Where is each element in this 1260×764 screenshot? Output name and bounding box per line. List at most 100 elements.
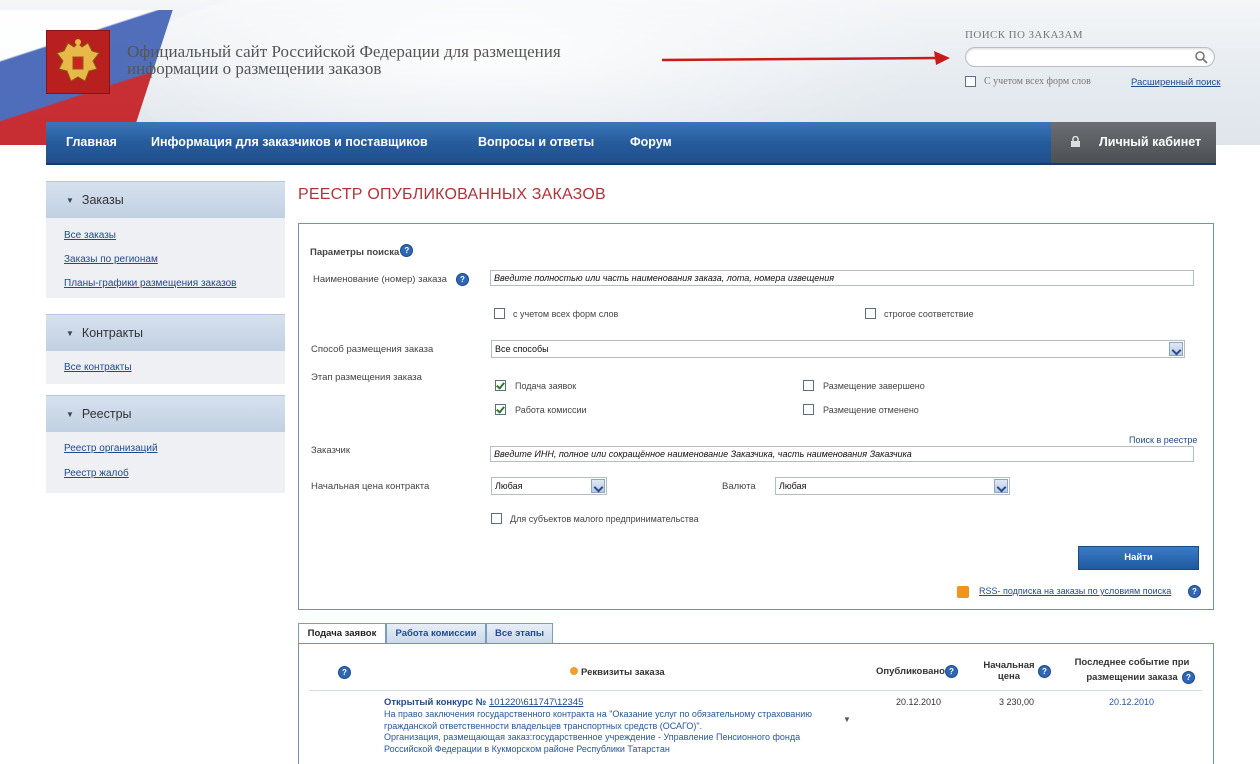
lock-icon: [1071, 136, 1080, 147]
order-name-label: Наименование (номер) заказа: [313, 274, 447, 285]
chevron-down-icon[interactable]: [1169, 342, 1183, 356]
order-type: Открытый конкурс №: [384, 697, 487, 708]
site-title-line1: Официальный сайт Российской Федерации дл…: [127, 42, 561, 61]
currency-label: Валюта: [722, 481, 756, 492]
order-last-event-date: 20.12.2010: [1109, 697, 1155, 707]
collapse-triangle-icon: ▼: [66, 410, 74, 419]
tab-submission[interactable]: Подача заявок: [298, 623, 386, 645]
sidebar-orders: ▼ Заказы Все заказы Заказы по регионам Пл…: [46, 181, 285, 298]
column-initial-price[interactable]: Начальная цена ?: [979, 660, 1051, 682]
advanced-search-link[interactable]: Расширенный поиск: [1131, 77, 1220, 88]
customer-input[interactable]: Введите ИНН, полное или сокращённое наим…: [490, 446, 1194, 462]
column-price-line2: цена: [997, 671, 1021, 682]
stage-done-checkbox[interactable]: [803, 380, 814, 391]
help-icon[interactable]: ?: [1038, 665, 1051, 678]
stage-commission-label: Работа комиссии: [515, 405, 587, 415]
sidebar-link-complaints[interactable]: Реестр жалоб: [64, 468, 285, 479]
main-navigation: Главная Информация для заказчиков и пост…: [46, 122, 1216, 165]
red-arrow-annotation: [662, 51, 950, 65]
initial-price-label: Начальная цена контракта: [311, 481, 430, 492]
help-icon[interactable]: ?: [1182, 671, 1195, 684]
initial-price-select[interactable]: Любая: [491, 477, 607, 495]
coat-of-arms-logo[interactable]: [46, 30, 110, 94]
nav-item-info[interactable]: Информация для заказчиков и поставщиков: [151, 122, 428, 163]
chevron-down-icon[interactable]: [591, 479, 605, 493]
column-published-label: Опубликовано: [876, 666, 945, 677]
strict-match-label: строгое соответствие: [884, 309, 974, 319]
tab-all-stages[interactable]: Все этапы: [486, 623, 553, 644]
tab-commission[interactable]: Работа комиссии: [386, 623, 486, 644]
rss-subscription-link[interactable]: RSS- подписка на заказы по условиям поис…: [979, 586, 1171, 596]
placement-method-label: Способ размещения заказа: [311, 344, 434, 355]
column-last-event[interactable]: Последнее событие при размещении заказа …: [1067, 655, 1197, 685]
search-parameters-panel: Параметры поиска? Наименование (номер) з…: [298, 223, 1214, 610]
sidebar-link-schedule-plans[interactable]: Планы-графики размещения заказов: [64, 278, 285, 289]
personal-cabinet-button[interactable]: Личный кабинет: [1051, 122, 1216, 163]
sort-indicator-icon: [570, 667, 578, 675]
search-icon[interactable]: [1194, 50, 1208, 64]
column-order-details-label: Реквизиты заказа: [581, 667, 665, 678]
help-icon[interactable]: ?: [456, 273, 469, 286]
placement-method-select[interactable]: Все способы: [491, 340, 1185, 358]
nav-item-home[interactable]: Главная: [66, 122, 117, 163]
nav-item-forum[interactable]: Форум: [630, 122, 672, 163]
placement-method-value: Все способы: [495, 344, 549, 354]
order-number-link[interactable]: 101220\611747\12345: [489, 697, 583, 708]
sidebar-registries-header[interactable]: ▼ Реестры: [46, 395, 285, 432]
collapse-triangle-icon: ▼: [66, 196, 74, 205]
sidebar-orders-header[interactable]: ▼ Заказы: [46, 181, 285, 218]
rss-icon[interactable]: [957, 586, 969, 598]
strict-match-checkbox[interactable]: [865, 308, 876, 319]
help-icon[interactable]: ?: [944, 665, 958, 678]
header-all-forms-label: С учетом всех форм слов: [984, 76, 1091, 87]
personal-cabinet-label: Личный кабинет: [1099, 135, 1202, 149]
params-title: Параметры поиска?: [310, 244, 414, 258]
column-last-event-line2: размещении заказа: [1086, 672, 1178, 683]
help-icon[interactable]: ?: [338, 666, 351, 679]
expand-chevron-icon[interactable]: ▼: [843, 715, 851, 724]
sidebar-link-organizations[interactable]: Реестр организаций: [64, 443, 285, 454]
currency-select[interactable]: Любая: [775, 477, 1010, 495]
header-all-forms-checkbox[interactable]: [965, 76, 976, 87]
chevron-down-icon[interactable]: [994, 479, 1008, 493]
all-word-forms-label: с учетом всех форм слов: [513, 309, 619, 319]
initial-price-value: Любая: [495, 481, 523, 491]
stage-submit-label: Подача заявок: [515, 381, 577, 391]
sidebar-contracts-header[interactable]: ▼ Контракты: [46, 314, 285, 351]
stage-done-label: Размещение завершено: [823, 381, 925, 391]
sidebar-link-orders-by-region[interactable]: Заказы по регионам: [64, 254, 285, 265]
order-desc-line4: Российской Федерации в Кукморском районе…: [384, 743, 670, 754]
stage-commission-checkbox[interactable]: [495, 404, 506, 415]
sidebar-contracts: ▼ Контракты Все контракты: [46, 314, 285, 384]
order-description[interactable]: На право заключения государственного кон…: [384, 709, 839, 755]
stage-submit-checkbox[interactable]: [495, 380, 506, 391]
sidebar-link-all-orders[interactable]: Все заказы: [64, 230, 285, 241]
results-table: ? Реквизиты заказа Опубликовано? Начальн…: [298, 643, 1214, 764]
placement-stage-label: Этап размещения заказа: [311, 372, 422, 383]
sidebar-registries-title: Реестры: [81, 407, 132, 421]
small-business-checkbox[interactable]: [491, 513, 502, 524]
help-icon[interactable]: ?: [1188, 585, 1201, 598]
stage-cancel-label: Размещение отменено: [823, 405, 919, 415]
column-price-line1: Начальная: [983, 660, 1035, 671]
all-word-forms-checkbox[interactable]: [494, 308, 505, 319]
order-search-box[interactable]: [965, 47, 1215, 67]
order-title: Открытый конкурс № 101220\611747\12345: [384, 697, 583, 708]
order-search-input[interactable]: [974, 49, 1188, 67]
column-published[interactable]: Опубликовано?: [876, 665, 958, 678]
header-all-forms-option[interactable]: С учетом всех форм слов: [965, 76, 1091, 87]
order-initial-price: 3 230,00: [999, 697, 1035, 707]
stage-cancel-checkbox[interactable]: [803, 404, 814, 415]
column-last-event-line1: Последнее событие при: [1074, 657, 1190, 668]
help-icon[interactable]: ?: [400, 244, 414, 257]
sidebar-registries: ▼ Реестры Реестр организаций Реестр жалоб: [46, 395, 285, 493]
order-name-input[interactable]: Введите полностью или часть наименования…: [490, 270, 1194, 286]
registry-search-link[interactable]: Поиск в реестре: [1129, 435, 1197, 445]
params-title-text: Параметры поиска: [310, 247, 400, 258]
find-button[interactable]: Найти: [1078, 546, 1199, 570]
sidebar-link-all-contracts[interactable]: Все контракты: [64, 362, 285, 373]
collapse-triangle-icon: ▼: [66, 329, 74, 338]
nav-item-faq[interactable]: Вопросы и ответы: [478, 122, 594, 163]
column-order-details[interactable]: Реквизиты заказа: [570, 667, 665, 678]
small-business-label: Для субъектов малого предпринимательства: [510, 514, 699, 524]
